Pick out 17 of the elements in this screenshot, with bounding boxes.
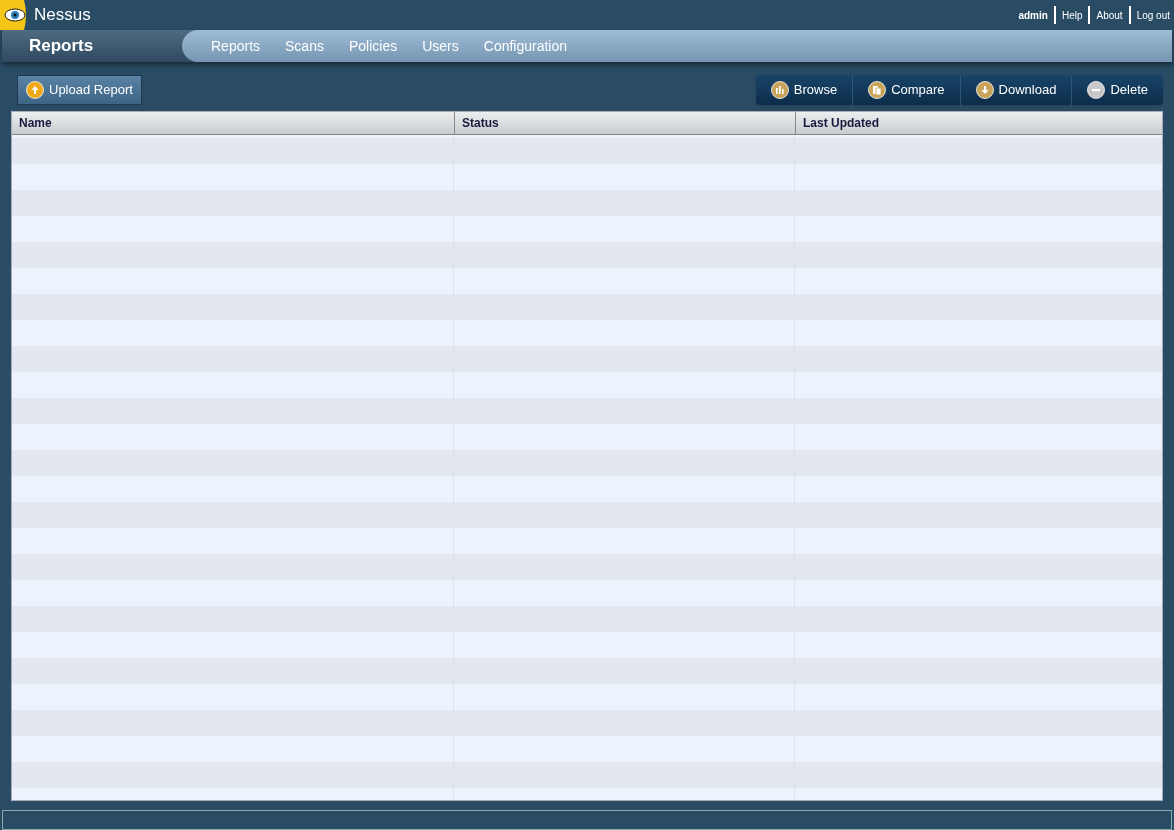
page-title: Reports	[28, 35, 95, 58]
upload-report-button[interactable]: Upload Report	[17, 75, 142, 105]
toolbar-button[interactable]: Compare	[852, 75, 960, 105]
documents-icon	[868, 81, 887, 99]
header-link[interactable]: Log out	[1136, 7, 1170, 23]
header-link[interactable]: Help	[1061, 7, 1083, 23]
minus-icon	[1087, 81, 1106, 99]
column-header[interactable]: Last Updated	[795, 112, 1162, 134]
brand-name: Nessus	[34, 4, 91, 27]
header-link[interactable]: About	[1096, 7, 1123, 23]
column-header[interactable]: Name	[12, 112, 454, 134]
username: admin	[1018, 8, 1048, 23]
bar-chart-icon	[770, 81, 789, 99]
toolbar-button[interactable]: Browse	[755, 75, 853, 105]
toolbar-button[interactable]: Delete	[1071, 75, 1163, 105]
column-header[interactable]: Status	[454, 112, 795, 134]
toolbar-button[interactable]: Download	[959, 75, 1072, 105]
